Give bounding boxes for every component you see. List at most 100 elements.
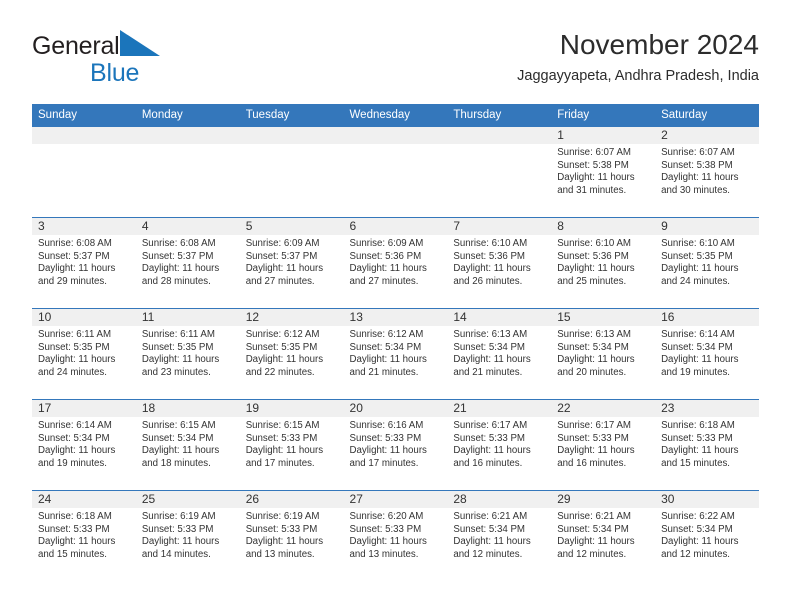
calendar-day-cell[interactable]: 8 Sunrise: 6:10 AM Sunset: 5:36 PM Daylight… <box>551 217 656 309</box>
daylight-text: Daylight: 11 hours and 23 minutes. <box>141 354 220 378</box>
weekday-header-saturday: Saturday <box>655 104 759 127</box>
sunrise-text: Sunrise: 6:19 AM <box>245 511 320 522</box>
calendar-day-cell[interactable]: 22 Sunrise: 6:17 AM Sunset: 5:33 PM Dayligh… <box>551 399 656 491</box>
sunset-text: Sunset: 5:33 PM <box>245 432 318 444</box>
day-details: Sunrise: 6:08 AM Sunset: 5:37 PM Daylight:… <box>32 235 136 288</box>
sunrise-text: Sunrise: 6:20 AM <box>349 511 424 522</box>
sunset-text: Sunset: 5:33 PM <box>557 432 629 444</box>
sunrise-text: Sunrise: 6:11 AM <box>38 329 112 340</box>
day-number <box>32 127 136 144</box>
sunrise-text: Sunrise: 6:19 AM <box>141 511 216 522</box>
calendar-day-cell[interactable]: 4 Sunrise: 6:08 AM Sunset: 5:37 PM Daylight… <box>135 217 240 309</box>
sunrise-text: Sunrise: 6:07 AM <box>557 147 631 158</box>
calendar-day-cell[interactable]: 26 Sunrise: 6:19 AM Sunset: 5:33 PM Dayligh… <box>239 490 344 581</box>
sunset-text: Sunset: 5:36 PM <box>349 250 422 262</box>
sunset-text: Sunset: 5:37 PM <box>38 250 110 262</box>
day-number: 19 <box>239 400 344 417</box>
sunrise-text: Sunrise: 6:18 AM <box>38 511 112 522</box>
sunrise-text: Sunrise: 6:17 AM <box>557 420 631 431</box>
day-details: Sunrise: 6:12 AM Sunset: 5:34 PM Daylight:… <box>344 326 448 379</box>
day-number <box>239 127 344 144</box>
brand-name-primary: General <box>32 30 262 60</box>
calendar-day-cell[interactable]: 21 Sunrise: 6:17 AM Sunset: 5:33 PM Dayligh… <box>447 399 552 491</box>
calendar-day-cell[interactable]: 28 Sunrise: 6:21 AM Sunset: 5:34 PM Dayligh… <box>447 490 552 581</box>
weekday-header-monday: Monday <box>135 104 240 127</box>
day-number: 11 <box>135 309 240 326</box>
calendar-day-cell[interactable]: 25 Sunrise: 6:19 AM Sunset: 5:33 PM Dayligh… <box>135 490 240 581</box>
calendar-day-cell[interactable]: 3 Sunrise: 6:08 AM Sunset: 5:37 PM Daylight… <box>32 217 136 309</box>
calendar-day-cell[interactable]: 30 Sunrise: 6:22 AM Sunset: 5:34 PM Dayligh… <box>655 490 759 581</box>
day-details: Sunrise: 6:22 AM Sunset: 5:34 PM Daylight:… <box>655 508 759 561</box>
brand-name-general: General <box>32 32 120 60</box>
sunset-text: Sunset: 5:35 PM <box>661 250 733 262</box>
day-details: Sunrise: 6:19 AM Sunset: 5:33 PM Daylight:… <box>136 508 240 561</box>
daylight-text: Daylight: 11 hours and 21 minutes. <box>349 354 427 378</box>
day-details: Sunrise: 6:07 AM Sunset: 5:38 PM Daylight:… <box>551 144 655 197</box>
calendar-day-cell[interactable]: 12 Sunrise: 6:12 AM Sunset: 5:35 PM Dayligh… <box>239 308 344 400</box>
calendar-day-cell[interactable]: 10 Sunrise: 6:11 AM Sunset: 5:35 PM Dayligh… <box>32 308 136 400</box>
sunrise-text: Sunrise: 6:12 AM <box>349 329 424 340</box>
sunset-text: Sunset: 5:34 PM <box>557 341 629 353</box>
day-number: 18 <box>135 400 240 417</box>
daylight-text: Daylight: 11 hours and 12 minutes. <box>557 536 635 560</box>
calendar-day-cell[interactable]: 1 Sunrise: 6:07 AM Sunset: 5:38 PM Daylight… <box>551 126 656 218</box>
day-details: Sunrise: 6:09 AM Sunset: 5:37 PM Daylight:… <box>240 235 344 288</box>
sunrise-text: Sunrise: 6:11 AM <box>141 329 215 340</box>
day-number: 3 <box>32 218 136 235</box>
sunset-text: Sunset: 5:35 PM <box>38 341 110 353</box>
brand-logo[interactable]: General Blue <box>32 30 262 92</box>
day-details: Sunrise: 6:17 AM Sunset: 5:33 PM Daylight:… <box>551 417 655 470</box>
sunrise-text: Sunrise: 6:21 AM <box>557 511 631 522</box>
calendar-day-cell[interactable]: 2 Sunrise: 6:07 AM Sunset: 5:38 PM Daylight… <box>655 126 759 218</box>
day-number <box>135 127 240 144</box>
calendar-day-cell[interactable]: 11 Sunrise: 6:11 AM Sunset: 5:35 PM Dayligh… <box>135 308 240 400</box>
daylight-text: Daylight: 11 hours and 27 minutes. <box>349 263 427 287</box>
sunrise-text: Sunrise: 6:09 AM <box>245 238 320 249</box>
calendar-day-cell[interactable]: 19 Sunrise: 6:15 AM Sunset: 5:33 PM Dayligh… <box>239 399 344 491</box>
sunrise-text: Sunrise: 6:10 AM <box>453 238 528 249</box>
calendar-day-cell[interactable]: 5 Sunrise: 6:09 AM Sunset: 5:37 PM Daylight… <box>239 217 344 309</box>
day-details: Sunrise: 6:14 AM Sunset: 5:34 PM Daylight:… <box>32 417 136 470</box>
calendar-day-cell[interactable]: 15 Sunrise: 6:13 AM Sunset: 5:34 PM Dayligh… <box>551 308 656 400</box>
calendar-day-cell[interactable]: 14 Sunrise: 6:13 AM Sunset: 5:34 PM Dayligh… <box>447 308 552 400</box>
day-details: Sunrise: 6:11 AM Sunset: 5:35 PM Daylight:… <box>136 326 240 379</box>
sunset-text: Sunset: 5:35 PM <box>141 341 214 353</box>
daylight-text: Daylight: 11 hours and 12 minutes. <box>661 536 739 560</box>
day-number: 30 <box>655 491 759 508</box>
calendar-day-cell[interactable]: 9 Sunrise: 6:10 AM Sunset: 5:35 PM Daylight… <box>655 217 759 309</box>
daylight-text: Daylight: 11 hours and 14 minutes. <box>141 536 220 560</box>
calendar-cell-empty <box>32 126 136 218</box>
calendar-day-cell[interactable]: 23 Sunrise: 6:18 AM Sunset: 5:33 PM Dayligh… <box>655 399 759 491</box>
calendar-day-cell[interactable]: 24 Sunrise: 6:18 AM Sunset: 5:33 PM Dayligh… <box>32 490 136 581</box>
calendar-day-cell[interactable]: 20 Sunrise: 6:16 AM Sunset: 5:33 PM Dayligh… <box>343 399 448 491</box>
day-details: Sunrise: 6:15 AM Sunset: 5:33 PM Daylight:… <box>240 417 344 470</box>
sunrise-text: Sunrise: 6:15 AM <box>245 420 320 431</box>
day-number: 25 <box>135 491 240 508</box>
day-number: 13 <box>343 309 448 326</box>
weekday-header-wednesday: Wednesday <box>343 104 448 127</box>
day-number: 27 <box>343 491 448 508</box>
daylight-text: Daylight: 11 hours and 28 minutes. <box>141 263 220 287</box>
calendar-day-cell[interactable]: 27 Sunrise: 6:20 AM Sunset: 5:33 PM Dayligh… <box>343 490 448 581</box>
calendar-day-cell[interactable]: 18 Sunrise: 6:15 AM Sunset: 5:34 PM Dayligh… <box>135 399 240 491</box>
calendar-day-cell[interactable]: 6 Sunrise: 6:09 AM Sunset: 5:36 PM Daylight… <box>343 217 448 309</box>
calendar-day-cell[interactable]: 17 Sunrise: 6:14 AM Sunset: 5:34 PM Dayligh… <box>32 399 136 491</box>
calendar-day-cell[interactable]: 29 Sunrise: 6:21 AM Sunset: 5:34 PM Dayligh… <box>551 490 656 581</box>
calendar-day-cell[interactable]: 16 Sunrise: 6:14 AM Sunset: 5:34 PM Dayligh… <box>655 308 759 400</box>
daylight-text: Daylight: 11 hours and 15 minutes. <box>661 445 739 469</box>
daylight-text: Daylight: 11 hours and 27 minutes. <box>245 263 324 287</box>
day-details: Sunrise: 6:10 AM Sunset: 5:35 PM Daylight:… <box>655 235 759 288</box>
day-number: 20 <box>343 400 448 417</box>
sunset-text: Sunset: 5:38 PM <box>557 159 629 171</box>
day-number: 6 <box>343 218 448 235</box>
calendar-day-cell[interactable]: 13 Sunrise: 6:12 AM Sunset: 5:34 PM Dayligh… <box>343 308 448 400</box>
day-number: 4 <box>135 218 240 235</box>
daylight-text: Daylight: 11 hours and 26 minutes. <box>453 263 531 287</box>
sunset-text: Sunset: 5:33 PM <box>141 523 214 535</box>
page-subtitle: Jaggayyapeta, Andhra Pradesh, India <box>517 68 759 84</box>
sunrise-text: Sunrise: 6:13 AM <box>557 329 631 340</box>
sunset-text: Sunset: 5:37 PM <box>141 250 214 262</box>
calendar-day-cell[interactable]: 7 Sunrise: 6:10 AM Sunset: 5:36 PM Daylight… <box>447 217 552 309</box>
day-details: Sunrise: 6:13 AM Sunset: 5:34 PM Daylight:… <box>447 326 551 379</box>
day-number: 26 <box>239 491 344 508</box>
